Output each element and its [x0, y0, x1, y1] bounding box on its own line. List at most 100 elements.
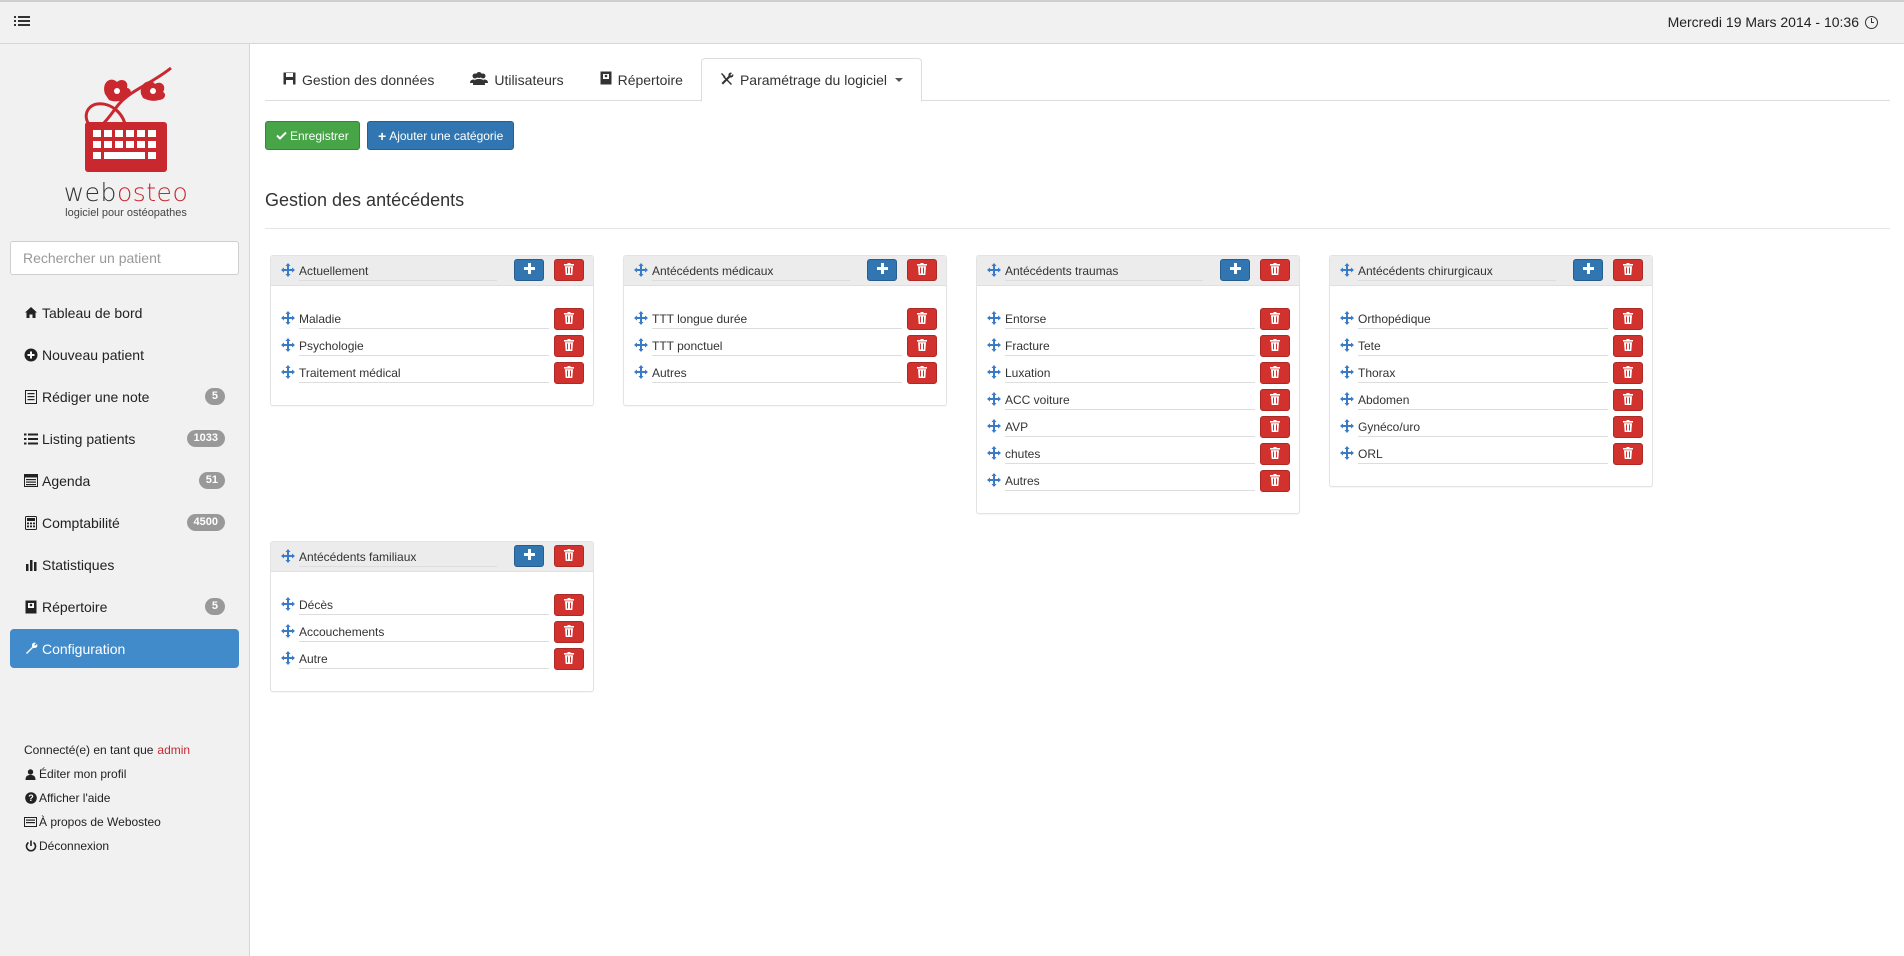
- move-icon[interactable]: [987, 419, 1001, 433]
- move-icon[interactable]: [987, 392, 1001, 406]
- sidebar-item-statistiques[interactable]: Statistiques: [10, 545, 239, 584]
- move-icon[interactable]: [987, 473, 1001, 487]
- delete-item-button[interactable]: [1613, 443, 1643, 465]
- item-name[interactable]: Abdomen: [1358, 393, 1608, 410]
- tab-repertoire[interactable]: Répertoire: [582, 58, 701, 101]
- tab-utilisateurs[interactable]: Utilisateurs: [452, 58, 581, 101]
- move-icon[interactable]: [1340, 338, 1354, 352]
- add-item-button[interactable]: [867, 259, 897, 281]
- sidebar-item-repertoire[interactable]: Répertoire 5: [10, 587, 239, 626]
- item-name[interactable]: Psychologie: [299, 339, 549, 356]
- help-link[interactable]: ? Afficher l'aide: [24, 786, 190, 810]
- sidebar-item-listing-patients[interactable]: Listing patients 1033: [10, 419, 239, 458]
- sidebar-item-tableau-de-bord[interactable]: Tableau de bord: [10, 293, 239, 332]
- move-icon[interactable]: [1340, 263, 1354, 277]
- delete-category-button[interactable]: [554, 259, 584, 281]
- delete-item-button[interactable]: [554, 335, 584, 357]
- delete-item-button[interactable]: [907, 362, 937, 384]
- move-icon[interactable]: [987, 338, 1001, 352]
- move-icon[interactable]: [281, 263, 295, 277]
- move-icon[interactable]: [281, 597, 295, 611]
- add-item-button[interactable]: [1220, 259, 1250, 281]
- move-icon[interactable]: [281, 651, 295, 665]
- delete-item-button[interactable]: [1260, 443, 1290, 465]
- item-name[interactable]: ACC voiture: [1005, 393, 1255, 410]
- item-name[interactable]: ORL: [1358, 447, 1608, 464]
- add-item-button[interactable]: [1573, 259, 1603, 281]
- about-link[interactable]: À propos de Webosteo: [24, 810, 190, 834]
- edit-profile-link[interactable]: Éditer mon profil: [24, 762, 190, 786]
- delete-item-button[interactable]: [907, 308, 937, 330]
- category-name[interactable]: Antécédents traumas: [1005, 264, 1203, 281]
- move-icon[interactable]: [1340, 392, 1354, 406]
- move-icon[interactable]: [1340, 365, 1354, 379]
- delete-category-button[interactable]: [554, 545, 584, 567]
- sidebar-item-nouveau-patient[interactable]: Nouveau patient: [10, 335, 239, 374]
- move-icon[interactable]: [281, 549, 295, 563]
- delete-item-button[interactable]: [1260, 362, 1290, 384]
- move-icon[interactable]: [987, 263, 1001, 277]
- move-icon[interactable]: [987, 365, 1001, 379]
- move-icon[interactable]: [634, 365, 648, 379]
- move-icon[interactable]: [281, 338, 295, 352]
- delete-item-button[interactable]: [1260, 308, 1290, 330]
- delete-item-button[interactable]: [1613, 362, 1643, 384]
- sidebar-item-configuration[interactable]: Configuration: [10, 629, 239, 668]
- move-icon[interactable]: [987, 311, 1001, 325]
- item-name[interactable]: TTT ponctuel: [652, 339, 902, 356]
- item-name[interactable]: Décès: [299, 598, 549, 615]
- delete-item-button[interactable]: [554, 594, 584, 616]
- move-icon[interactable]: [634, 338, 648, 352]
- delete-category-button[interactable]: [1260, 259, 1290, 281]
- delete-item-button[interactable]: [1260, 335, 1290, 357]
- save-button[interactable]: Enregistrer: [265, 121, 360, 150]
- delete-category-button[interactable]: [1613, 259, 1643, 281]
- item-name[interactable]: Traitement médical: [299, 366, 549, 383]
- item-name[interactable]: chutes: [1005, 447, 1255, 464]
- category-name[interactable]: Antécédents médicaux: [652, 264, 850, 281]
- item-name[interactable]: Thorax: [1358, 366, 1608, 383]
- item-name[interactable]: TTT longue durée: [652, 312, 902, 329]
- webosteo-logo[interactable]: webosteo logiciel pour ostéopathes: [56, 58, 196, 238]
- item-name[interactable]: Autres: [1005, 474, 1255, 491]
- category-name[interactable]: Actuellement: [299, 264, 497, 281]
- sidebar-item-comptabilite[interactable]: Comptabilité 4500: [10, 503, 239, 542]
- delete-item-button[interactable]: [554, 648, 584, 670]
- delete-category-button[interactable]: [907, 259, 937, 281]
- delete-item-button[interactable]: [1613, 335, 1643, 357]
- move-icon[interactable]: [1340, 446, 1354, 460]
- item-name[interactable]: Tete: [1358, 339, 1608, 356]
- delete-item-button[interactable]: [554, 362, 584, 384]
- delete-item-button[interactable]: [1613, 416, 1643, 438]
- item-name[interactable]: Entorse: [1005, 312, 1255, 329]
- delete-item-button[interactable]: [907, 335, 937, 357]
- delete-item-button[interactable]: [1260, 416, 1290, 438]
- move-icon[interactable]: [1340, 311, 1354, 325]
- delete-item-button[interactable]: [554, 308, 584, 330]
- move-icon[interactable]: [281, 624, 295, 638]
- logout-link[interactable]: Déconnexion: [24, 834, 190, 858]
- sidebar-item-rediger-note[interactable]: Rédiger une note 5: [10, 377, 239, 416]
- item-name[interactable]: Fracture: [1005, 339, 1255, 356]
- delete-item-button[interactable]: [1613, 389, 1643, 411]
- category-name[interactable]: Antécédents chirurgicaux: [1358, 264, 1556, 281]
- item-name[interactable]: Maladie: [299, 312, 549, 329]
- patient-search-input[interactable]: [10, 241, 239, 275]
- move-icon[interactable]: [281, 311, 295, 325]
- delete-item-button[interactable]: [1613, 308, 1643, 330]
- add-category-button[interactable]: + Ajouter une catégorie: [367, 121, 515, 150]
- item-name[interactable]: Luxation: [1005, 366, 1255, 383]
- sidebar-item-agenda[interactable]: Agenda 51: [10, 461, 239, 500]
- item-name[interactable]: Gynéco/uro: [1358, 420, 1608, 437]
- item-name[interactable]: Orthopédique: [1358, 312, 1608, 329]
- move-icon[interactable]: [281, 365, 295, 379]
- move-icon[interactable]: [634, 263, 648, 277]
- list-icon[interactable]: [14, 15, 30, 29]
- username[interactable]: admin: [157, 743, 190, 757]
- delete-item-button[interactable]: [1260, 389, 1290, 411]
- add-item-button[interactable]: [514, 545, 544, 567]
- move-icon[interactable]: [634, 311, 648, 325]
- move-icon[interactable]: [987, 446, 1001, 460]
- delete-item-button[interactable]: [1260, 470, 1290, 492]
- category-name[interactable]: Antécédents familiaux: [299, 550, 497, 567]
